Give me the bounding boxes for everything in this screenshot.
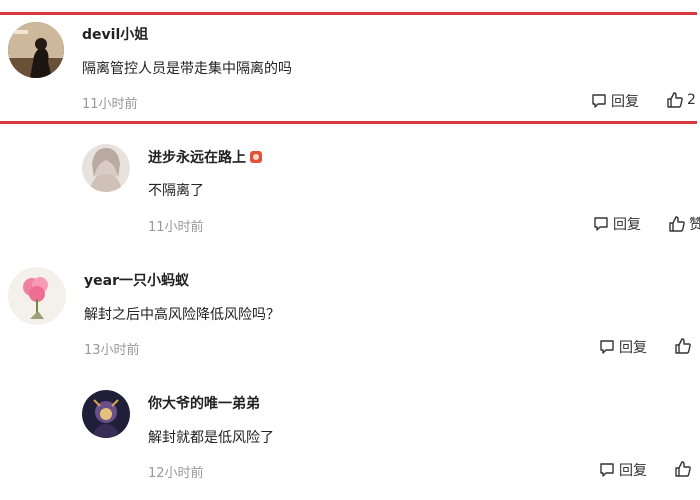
reply-label: 回复 [613,217,641,233]
comment-bubble-icon [592,94,606,108]
thumbs-up-icon [675,461,691,477]
comment-item: devil小姐 隔离管控人员是带走集中隔离的吗 11小时前 回复 2 [0,0,700,125]
comment-bubble-icon [594,217,608,231]
comment-bubble-icon [600,340,614,354]
like-label: 2 [687,92,696,108]
reply-button[interactable]: 回复 [592,214,641,234]
timestamp: 11小时前 [82,97,138,112]
avatar[interactable] [8,22,64,78]
username: 进步永远在路上 [148,147,262,167]
comment-text: 隔离管控人员是带走集中隔离的吗 [82,61,292,77]
like-button[interactable]: 2 [666,91,696,109]
reply-label: 回复 [619,340,647,356]
reply-label: 回复 [619,463,647,479]
avatar[interactable] [82,144,130,192]
thumbs-up-icon [667,92,683,108]
comment-item: year一只小蚂蚁 解封之后中高风险降低风险吗？ 13小时前 回复 [0,255,700,365]
reply-item: 进步永远在路上 不隔离了 11小时前 回复 赞 [0,130,700,240]
timestamp: 12小时前 [148,466,204,481]
reply-label: 回复 [611,94,639,110]
reply-button[interactable]: 回复 [598,337,647,357]
reply-button[interactable]: 回复 [590,91,639,111]
avatar-flower-icon [8,267,66,325]
avatar-character-icon [82,390,130,438]
avatar[interactable] [8,267,66,325]
username[interactable]: 你大爷的唯一弟弟 [148,393,260,413]
avatar-portrait-icon [82,144,130,192]
like-button[interactable]: 赞 [668,214,700,234]
username[interactable]: devil小姐 [82,24,148,44]
avatar-silhouette-icon [8,22,64,78]
like-button[interactable] [674,460,695,478]
comment-text: 解封就都是低风险了 [148,430,274,446]
comment-text: 不隔离了 [148,183,204,199]
timestamp: 13小时前 [84,343,140,358]
comment-thread: devil小姐 隔离管控人员是带走集中隔离的吗 11小时前 回复 2 进步永远在… [0,0,700,500]
username-text[interactable]: 进步永远在路上 [148,150,246,166]
comment-text: 解封之后中高风险降低风险吗？ [84,307,280,323]
thumbs-up-icon [675,338,691,354]
comment-bubble-icon [600,463,614,477]
reply-button[interactable]: 回复 [598,460,647,480]
level-badge-icon [250,151,262,163]
avatar[interactable] [82,390,130,438]
like-button[interactable] [674,337,695,355]
thumbs-up-icon [669,216,685,232]
username[interactable]: year一只小蚂蚁 [84,270,189,290]
reply-item: 你大爷的唯一弟弟 解封就都是低风险了 12小时前 回复 [0,378,700,500]
like-label: 赞 [689,217,700,233]
timestamp: 11小时前 [148,220,204,235]
